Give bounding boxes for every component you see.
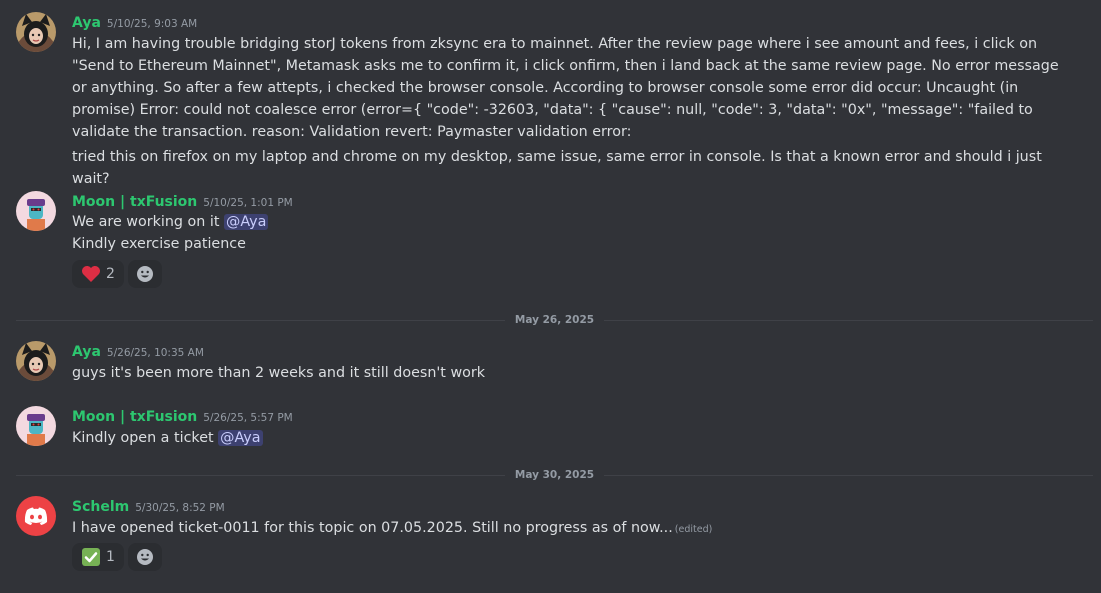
message-paragraph: Hi, I am having trouble bridging storJ t… (72, 36, 1059, 140)
username[interactable]: Aya (72, 344, 101, 360)
timestamp[interactable]: 5/26/25, 5:57 PM (203, 412, 292, 424)
timestamp[interactable]: 5/10/25, 1:01 PM (203, 197, 292, 209)
message-content: Kindly open a ticket @Aya (72, 427, 1072, 449)
message-header: Moon | txFusion 5/10/25, 1:01 PM (72, 191, 293, 211)
message-content: Hi, I am having trouble bridging storJ t… (72, 33, 1072, 190)
username[interactable]: Moon | txFusion (72, 409, 197, 425)
add-reaction-icon (137, 549, 153, 565)
username[interactable]: Schelm (72, 499, 129, 515)
reaction-count: 2 (106, 266, 115, 282)
avatar[interactable] (16, 12, 56, 52)
date-divider-label: May 30, 2025 (16, 468, 1093, 482)
message-text: guys it's been more than 2 weeks and it … (72, 365, 486, 381)
reaction-count: 1 (106, 549, 115, 565)
aya-avatar-image (16, 12, 56, 52)
add-reaction-button[interactable] (128, 543, 162, 571)
message-header: Aya 5/26/25, 10:35 AM (72, 341, 204, 361)
avatar[interactable] (16, 191, 56, 231)
message-text: We are working on it (72, 214, 225, 230)
avatar[interactable] (16, 496, 56, 536)
message-content: guys it's been more than 2 weeks and it … (72, 362, 1072, 384)
message-text: Kindly open a ticket (72, 430, 219, 446)
date-divider: May 30, 2025 (16, 468, 1093, 482)
message-line: I have opened ticket-0011 for this topic… (72, 517, 1072, 541)
message-line: We are working on it @Aya (72, 211, 1072, 233)
message-header: Aya 5/10/25, 9:03 AM (72, 12, 197, 32)
message-paragraph: tried this on firefox on my laptop and c… (72, 149, 1042, 187)
avatar[interactable] (16, 406, 56, 446)
moon-avatar-image (16, 406, 56, 446)
message-line: Kindly open a ticket @Aya (72, 427, 1072, 449)
reaction-check[interactable]: 1 (72, 543, 124, 571)
user-mention[interactable]: @Aya (224, 214, 269, 230)
message-header: Moon | txFusion 5/26/25, 5:57 PM (72, 406, 293, 426)
message-header: Schelm 5/30/25, 8:52 PM (72, 496, 225, 516)
message-content: We are working on it @Aya Kindly exercis… (72, 211, 1072, 255)
user-mention[interactable]: @Aya (218, 430, 263, 446)
timestamp[interactable]: 5/10/25, 9:03 AM (107, 18, 197, 30)
date-divider: May 26, 2025 (16, 313, 1093, 327)
reaction-heart[interactable]: 2 (72, 260, 124, 288)
moon-avatar-image (16, 191, 56, 231)
timestamp[interactable]: 5/30/25, 8:52 PM (135, 502, 224, 514)
add-reaction-button[interactable] (128, 260, 162, 288)
message-content: I have opened ticket-0011 for this topic… (72, 517, 1072, 541)
edited-label: (edited) (674, 524, 713, 535)
timestamp[interactable]: 5/26/25, 10:35 AM (107, 347, 204, 359)
white-check-mark-icon (82, 548, 101, 566)
heart-icon (82, 266, 101, 282)
username[interactable]: Moon | txFusion (72, 194, 197, 210)
username[interactable]: Aya (72, 15, 101, 31)
message-text: I have opened ticket-0011 for this topic… (72, 520, 673, 536)
discord-logo-icon (24, 507, 48, 525)
message-line: Kindly exercise patience (72, 236, 246, 252)
avatar[interactable] (16, 341, 56, 381)
aya-avatar-image (16, 341, 56, 381)
add-reaction-icon (137, 266, 153, 282)
date-divider-label: May 26, 2025 (16, 313, 1093, 327)
